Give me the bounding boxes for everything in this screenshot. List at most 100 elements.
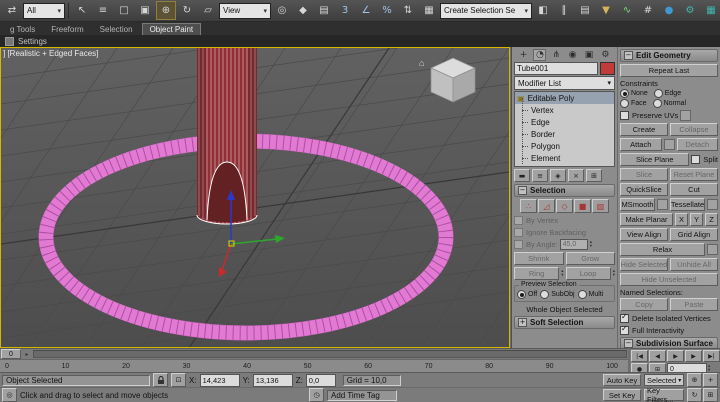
modifier-list-dropdown[interactable]: Modifier List▾ xyxy=(514,76,615,90)
named-selection-sets-combo[interactable]: Create Selection Se▾ xyxy=(440,3,532,19)
z-coordinate-field[interactable]: 0,0 xyxy=(306,374,336,387)
grow-button[interactable]: Grow xyxy=(566,252,616,265)
stack-item-editable-poly[interactable]: ▣ Editable Poly xyxy=(515,92,614,104)
stack-subobject-item[interactable]: Polygon xyxy=(515,140,614,152)
copy-button[interactable]: Copy xyxy=(620,298,668,311)
spinner-arrows-icon[interactable]: ▴▾ xyxy=(590,241,592,249)
select-and-rotate-icon[interactable]: ↻ xyxy=(177,1,197,20)
home-icon[interactable]: ⌂ xyxy=(419,58,424,68)
align-icon[interactable]: ∥ xyxy=(554,1,574,20)
shrink-button[interactable]: Shrink xyxy=(514,252,564,265)
preserve-uvs-checkbox[interactable]: Preserve UVs xyxy=(620,111,678,121)
msmooth-button[interactable]: MSmooth xyxy=(620,198,655,211)
slice-plane-button[interactable]: Slice Plane xyxy=(620,153,689,166)
border-subobject-icon[interactable]: ◇ xyxy=(556,199,573,213)
time-slider-track[interactable] xyxy=(33,350,627,358)
reference-coordinate-system-dropdown[interactable]: View▾ xyxy=(219,3,271,19)
loop-button[interactable]: Loop xyxy=(566,267,611,280)
polygon-subobject-icon[interactable]: ■ xyxy=(574,199,591,213)
select-and-link-icon[interactable]: ⇄ xyxy=(2,1,22,20)
paste-button[interactable]: Paste xyxy=(670,298,718,311)
object-color-swatch[interactable] xyxy=(600,62,615,75)
graphite-ribbon-toggle-icon[interactable]: ▼ xyxy=(596,1,616,20)
schematic-view-icon[interactable]: # xyxy=(638,1,658,20)
motion-tab-icon[interactable]: ◉ xyxy=(566,49,579,61)
soft-selection-rollout-header[interactable]: + Soft Selection xyxy=(514,316,615,329)
utilities-tab-icon[interactable]: ⚙ xyxy=(599,49,612,61)
time-slider[interactable]: 0 ▸ xyxy=(0,348,628,359)
view-align-button[interactable]: View Align xyxy=(620,228,668,241)
stack-subobject-item[interactable]: Vertex xyxy=(515,104,614,116)
set-key-button[interactable]: Set Key xyxy=(603,389,641,401)
hide-unselected-button[interactable]: Hide Unselected xyxy=(620,273,718,286)
spinner-arrows-icon[interactable]: ▴▾ xyxy=(613,270,615,278)
select-by-name-icon[interactable]: ≡ xyxy=(93,1,113,20)
grid-align-button[interactable]: Grid Align xyxy=(670,228,718,241)
track-bar[interactable]: 0102030405060708090100 xyxy=(0,359,628,372)
full-interactivity-checkbox[interactable]: Full Interactivity xyxy=(620,325,718,335)
orbit-icon[interactable]: ↻ xyxy=(687,388,702,402)
edit-geometry-rollout-header[interactable]: − Edit Geometry xyxy=(620,49,718,62)
ignore-backfacing-checkbox[interactable]: Ignore Backfacing xyxy=(514,227,615,237)
pin-stack-icon[interactable]: ▬ xyxy=(514,169,530,182)
key-filter-selected-dropdown[interactable]: Selected▾ xyxy=(644,374,684,386)
curve-editor-icon[interactable]: ∿ xyxy=(617,1,637,20)
next-frame-button[interactable]: ▶ xyxy=(685,350,702,362)
cut-button[interactable]: Cut xyxy=(670,183,718,196)
use-pivot-center-icon[interactable]: ◎ xyxy=(272,1,292,20)
layer-manager-icon[interactable]: ▤ xyxy=(575,1,595,20)
maximize-viewport-icon[interactable]: ⊞ xyxy=(703,388,718,402)
keyboard-shortcut-override-icon[interactable]: ▤ xyxy=(314,1,334,20)
attach-list-button[interactable] xyxy=(664,139,675,150)
render-setup-icon[interactable]: ⚙ xyxy=(680,1,700,20)
angle-snap-icon[interactable]: ∠ xyxy=(356,1,376,20)
by-angle-checkbox[interactable]: By Angle: xyxy=(514,240,558,250)
selection-filter-dropdown[interactable]: All▾ xyxy=(23,3,65,19)
element-subobject-icon[interactable]: ▧ xyxy=(592,199,609,213)
split-checkbox[interactable]: Split xyxy=(691,155,718,165)
modify-tab-icon[interactable]: ◔ xyxy=(533,49,546,61)
key-filters-button[interactable]: Key Filters... xyxy=(644,389,684,401)
snaps-toggle-icon[interactable]: 3 xyxy=(335,1,355,20)
select-and-move-icon[interactable]: ⊕ xyxy=(156,1,176,20)
remove-modifier-icon[interactable]: × xyxy=(568,169,584,182)
by-vertex-checkbox[interactable]: By Vertex xyxy=(514,215,615,225)
detach-button[interactable]: Detach xyxy=(677,138,719,151)
subdivision-surface-rollout-header[interactable]: − Subdivision Surface xyxy=(620,337,718,348)
selection-lock-icon[interactable] xyxy=(153,373,168,387)
stack-subobject-item[interactable]: Border xyxy=(515,128,614,140)
msmooth-settings-button[interactable] xyxy=(657,199,668,210)
create-tab-icon[interactable]: + xyxy=(517,49,530,61)
delete-isolated-vertices-checkbox[interactable]: Delete Isolated Vertices xyxy=(620,313,718,323)
edge-subobject-icon[interactable]: ◿ xyxy=(538,199,555,213)
attach-button[interactable]: Attach xyxy=(620,138,662,151)
make-unique-icon[interactable]: ◈ xyxy=(550,169,566,182)
hierarchy-tab-icon[interactable]: ⋔ xyxy=(550,49,563,61)
tab-object-paint[interactable]: Object Paint xyxy=(142,23,202,35)
relax-settings-button[interactable] xyxy=(707,244,718,255)
by-angle-value-field[interactable]: 45,0 xyxy=(560,239,588,250)
select-and-scale-icon[interactable]: ▱ xyxy=(198,1,218,20)
constraint-none-radio[interactable]: None xyxy=(620,89,648,98)
spinner-arrows-icon[interactable]: ▴▾ xyxy=(561,270,563,278)
ribbon-settings-label[interactable]: Settings xyxy=(18,37,47,46)
unhide-all-button[interactable]: Unhide All xyxy=(670,258,718,271)
ring-button[interactable]: Ring xyxy=(514,267,559,280)
display-tab-icon[interactable]: ▣ xyxy=(583,49,596,61)
window-crossing-icon[interactable]: ▣ xyxy=(135,1,155,20)
select-object-icon[interactable]: ↖ xyxy=(72,1,92,20)
constraint-normal-radio[interactable]: Normal xyxy=(653,99,687,108)
rectangular-selection-region-icon[interactable]: □ xyxy=(114,1,134,20)
slice-button[interactable]: Slice xyxy=(620,168,668,181)
preserve-uvs-settings-button[interactable] xyxy=(680,110,691,121)
make-planar-button[interactable]: Make Planar xyxy=(620,213,673,226)
time-slider-thumb[interactable]: 0 xyxy=(1,349,21,359)
preview-subobj-radio[interactable]: SubObj xyxy=(540,290,574,299)
x-coordinate-field[interactable]: 14,423 xyxy=(200,374,240,387)
show-end-result-icon[interactable]: ≡ xyxy=(532,169,548,182)
tessellate-settings-button[interactable] xyxy=(707,199,718,210)
play-button[interactable]: ▶ xyxy=(667,350,684,362)
perspective-viewport[interactable]: ] [Realistic + Edged Faces] xyxy=(0,47,510,348)
y-coordinate-field[interactable]: 13,136 xyxy=(253,374,293,387)
viewport-canvas[interactable]: ⌂ xyxy=(1,48,509,347)
